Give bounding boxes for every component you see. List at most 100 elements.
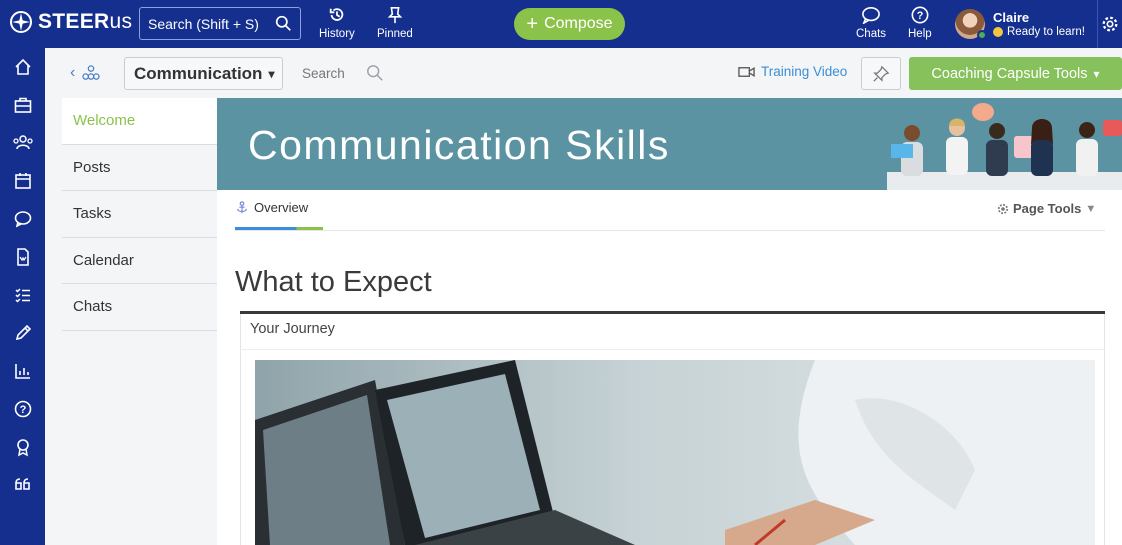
- steerus-logo[interactable]: STEERus: [9, 10, 132, 34]
- banner-title: Communication Skills: [248, 122, 670, 168]
- search-icon[interactable]: [366, 64, 384, 82]
- gear-icon: [997, 203, 1009, 214]
- pin-icon: [387, 6, 403, 24]
- menu-item-posts[interactable]: Posts: [62, 144, 217, 191]
- help-circle-icon: ?: [14, 400, 31, 418]
- banner-people-illustration: [887, 98, 1122, 190]
- video-camera-icon: [738, 66, 755, 77]
- rail-people[interactable]: [0, 124, 45, 162]
- rail-chart[interactable]: [0, 352, 45, 390]
- group-side-menu: Welcome Posts Tasks Calendar Chats: [62, 98, 217, 545]
- user-name: Claire: [993, 10, 1030, 25]
- rail-checklist[interactable]: [0, 276, 45, 314]
- pushpin-icon: [873, 65, 890, 82]
- top-navigation-bar: STEERus Search (Shift + S) History Pinne…: [0, 0, 1122, 48]
- left-icon-rail: ?: [0, 48, 45, 545]
- checklist-icon: [14, 288, 30, 303]
- menu-item-calendar[interactable]: Calendar: [62, 237, 217, 284]
- document-icon: [16, 248, 29, 266]
- chevron-down-icon: ▾: [268, 66, 275, 81]
- journey-panel-title: Your Journey: [250, 321, 335, 337]
- briefcase-icon: [14, 97, 31, 113]
- section-heading: What to Expect: [235, 266, 432, 298]
- rail-home[interactable]: [0, 48, 45, 86]
- anchor-icon: [237, 200, 247, 213]
- tab-overview[interactable]: Overview: [235, 200, 308, 215]
- rail-briefcase[interactable]: [0, 86, 45, 124]
- user-status: Ready to learn!: [993, 26, 1085, 38]
- pin-page-button[interactable]: [861, 57, 901, 90]
- rail-help[interactable]: ?: [0, 390, 45, 428]
- settings-button[interactable]: [1097, 0, 1122, 48]
- group-select-dropdown[interactable]: Communication ▾: [124, 57, 283, 90]
- menu-item-label: Tasks: [73, 205, 112, 223]
- menu-item-label: Welcome: [73, 112, 136, 130]
- menu-item-chats[interactable]: Chats: [62, 284, 217, 331]
- svg-text:?: ?: [917, 10, 924, 22]
- rail-chat[interactable]: [0, 200, 45, 238]
- menu-item-tasks[interactable]: Tasks: [62, 191, 217, 238]
- menu-item-label: Chats: [73, 298, 113, 316]
- chats-button[interactable]: Chats: [856, 6, 886, 40]
- search-placeholder: Search (Shift + S): [148, 15, 259, 32]
- chat-bubble-icon: [862, 6, 880, 25]
- status-emoji-icon: [993, 27, 1003, 37]
- home-icon: [14, 58, 31, 75]
- pencil-icon: [15, 324, 31, 341]
- rail-quote[interactable]: [0, 466, 45, 504]
- chevron-left-icon: ‹: [70, 64, 76, 81]
- chat-icon: [14, 211, 31, 228]
- rail-pencil[interactable]: [0, 314, 45, 352]
- group-select-value: Communication: [134, 63, 263, 83]
- page-tools-label: Page Tools: [1013, 201, 1082, 216]
- pinned-button[interactable]: Pinned: [377, 6, 413, 40]
- people-icon: [12, 135, 33, 150]
- tab-divider: [235, 230, 1105, 231]
- journey-photo: [255, 360, 1095, 545]
- chart-icon: [14, 364, 30, 379]
- page-tools-button[interactable]: Page Tools ▼: [997, 201, 1096, 216]
- online-status-dot: [977, 30, 987, 40]
- history-button[interactable]: History: [319, 6, 355, 40]
- quote-icon: [14, 478, 30, 490]
- rail-document[interactable]: [0, 238, 45, 276]
- gear-icon: [1102, 16, 1118, 32]
- menu-item-welcome[interactable]: Welcome: [62, 98, 217, 145]
- laptop-desk-photo: [255, 360, 1095, 545]
- chevron-down-icon: ▾: [1093, 66, 1100, 81]
- plus-icon: +: [526, 13, 539, 35]
- menu-item-label: Calendar: [73, 251, 134, 269]
- coaching-capsule-tools-button[interactable]: Coaching Capsule Tools ▾: [909, 57, 1122, 90]
- compose-button[interactable]: + Compose: [514, 8, 625, 40]
- svg-text:?: ?: [19, 404, 26, 416]
- tab-overview-label: Overview: [254, 200, 309, 215]
- help-button[interactable]: ? Help: [908, 6, 932, 40]
- training-video-link[interactable]: Training Video: [738, 64, 847, 79]
- help-label: Help: [908, 28, 932, 40]
- journey-panel-divider: [240, 349, 1105, 350]
- logo-wordmark: STEERus: [38, 10, 133, 33]
- history-label: History: [319, 28, 355, 40]
- global-search-input[interactable]: Search (Shift + S): [139, 7, 301, 40]
- compass-logo-icon: [10, 11, 32, 33]
- pinned-label: Pinned: [377, 28, 413, 40]
- compose-label: Compose: [544, 15, 613, 32]
- group-search-input[interactable]: Search: [302, 66, 345, 81]
- rail-award[interactable]: [0, 428, 45, 466]
- user-status-text: Ready to learn!: [1007, 26, 1085, 38]
- back-button[interactable]: ‹: [70, 64, 101, 82]
- user-profile-menu[interactable]: Claire Ready to learn!: [955, 9, 1085, 40]
- award-icon: [16, 439, 29, 457]
- page-banner: Communication Skills: [217, 98, 1122, 190]
- avatar: [955, 9, 987, 40]
- group-network-icon: [82, 65, 100, 80]
- menu-item-label: Posts: [73, 158, 111, 176]
- help-icon: ?: [911, 6, 929, 24]
- search-icon: [275, 15, 291, 31]
- training-video-label: Training Video: [761, 64, 848, 79]
- history-icon: [329, 8, 344, 21]
- rail-calendar[interactable]: [0, 162, 45, 200]
- caret-down-icon: ▼: [1085, 202, 1097, 215]
- chats-label: Chats: [856, 28, 887, 40]
- calendar-icon: [14, 173, 31, 189]
